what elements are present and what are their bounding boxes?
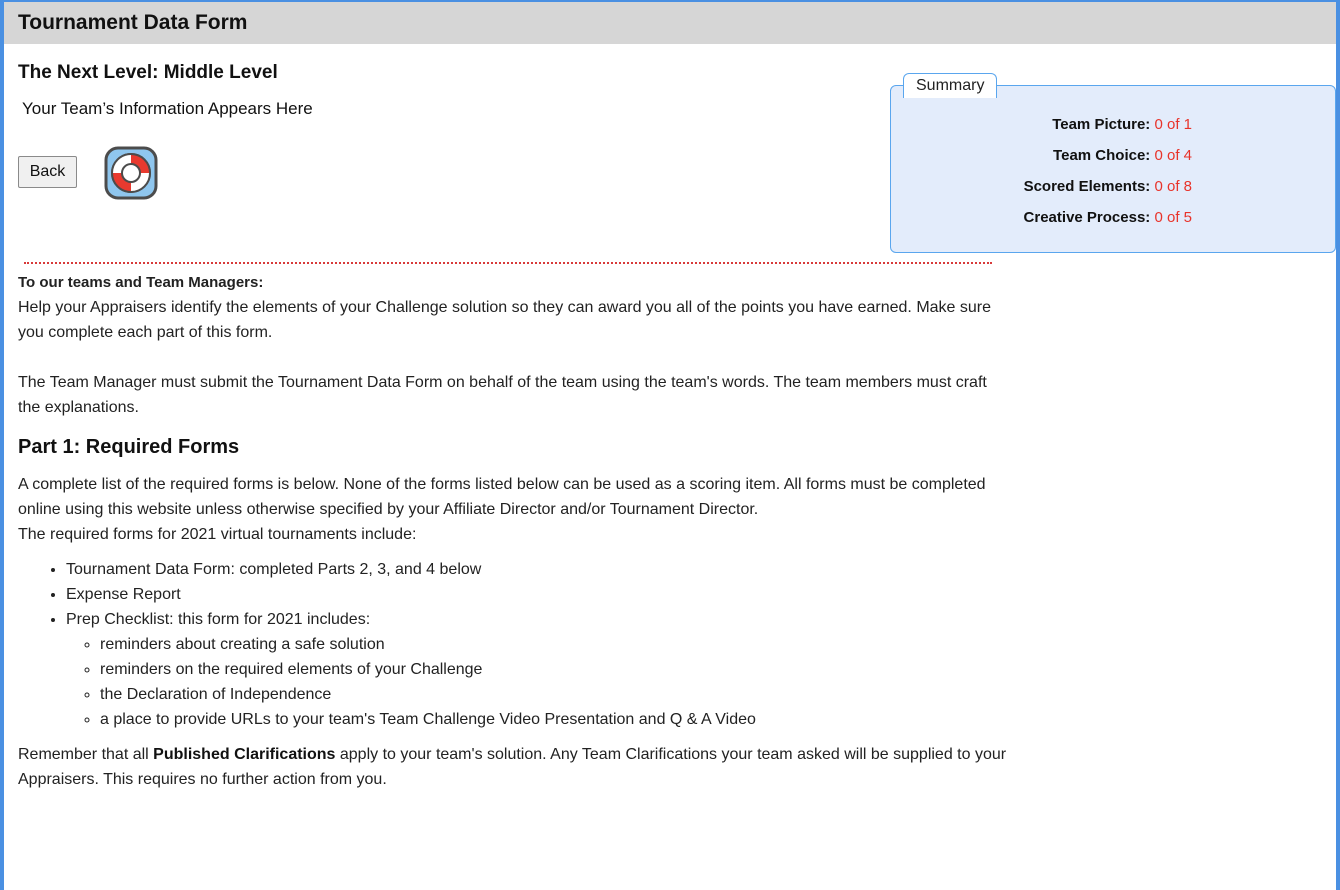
remember-prefix: Remember that all	[18, 746, 154, 763]
page-title: Tournament Data Form	[18, 11, 248, 34]
summary-value: 0 of 4	[1154, 147, 1192, 164]
level-title: The Next Level: Middle Level	[18, 62, 278, 83]
summary-value: 0 of 1	[1154, 116, 1192, 133]
title-bar: Tournament Data Form	[4, 2, 1336, 44]
intro-paragraph-2: The Team Manager must submit the Tournam…	[18, 374, 987, 416]
summary-row-scored-elements: Scored Elements: 0 of 8	[1024, 178, 1192, 195]
sub-list-item: reminders on the required elements of yo…	[100, 657, 1008, 682]
summary-row-team-choice: Team Choice: 0 of 4	[1053, 147, 1192, 164]
summary-label: Scored Elements:	[1023, 178, 1151, 195]
summary-panel	[890, 85, 1336, 253]
summary-label: Team Picture:	[1052, 116, 1151, 133]
intro-heading: To our teams and Team Managers:	[18, 274, 264, 291]
summary-row-team-picture: Team Picture: 0 of 1	[1052, 116, 1192, 133]
sub-list-item: the Declaration of Independence	[100, 682, 1008, 707]
list-item: Tournament Data Form: completed Parts 2,…	[66, 557, 1008, 582]
summary-value: 0 of 5	[1154, 209, 1192, 226]
instructions-content: To our teams and Team Managers: Help you…	[18, 270, 1008, 792]
prep-checklist-sublist: reminders about creating a safe solution…	[66, 632, 1008, 732]
summary-label: Creative Process:	[1023, 209, 1151, 226]
team-info-text: Your Team’s Information Appears Here	[22, 99, 313, 118]
list-item-text: Prep Checklist: this form for 2021 inclu…	[66, 611, 371, 628]
sub-list-item: a place to provide URLs to your team's T…	[100, 707, 1008, 732]
back-button[interactable]: Back	[18, 156, 77, 188]
part-1-paragraph-2: The required forms for 2021 virtual tour…	[18, 526, 417, 543]
list-item: Expense Report	[66, 582, 1008, 607]
published-clarifications-text: Published Clarifications	[153, 746, 336, 763]
summary-label: Team Choice:	[1053, 147, 1151, 164]
part-1-heading: Part 1: Required Forms	[18, 436, 240, 458]
summary-legend: Summary	[903, 73, 998, 98]
summary-value: 0 of 8	[1154, 178, 1192, 195]
lifebuoy-icon[interactable]	[104, 146, 158, 200]
summary-row-creative-process: Creative Process: 0 of 5	[1024, 209, 1192, 226]
sub-list-item: reminders about creating a safe solution	[100, 632, 1008, 657]
part-1-paragraph-1: A complete list of the required forms is…	[18, 476, 986, 518]
intro-paragraph-1: Help your Appraisers identify the elemen…	[18, 299, 992, 341]
remember-paragraph: Remember that all Published Clarificatio…	[18, 742, 1008, 792]
section-divider	[24, 262, 992, 264]
required-forms-list: Tournament Data Form: completed Parts 2,…	[18, 557, 1008, 732]
list-item: Prep Checklist: this form for 2021 inclu…	[66, 607, 1008, 732]
